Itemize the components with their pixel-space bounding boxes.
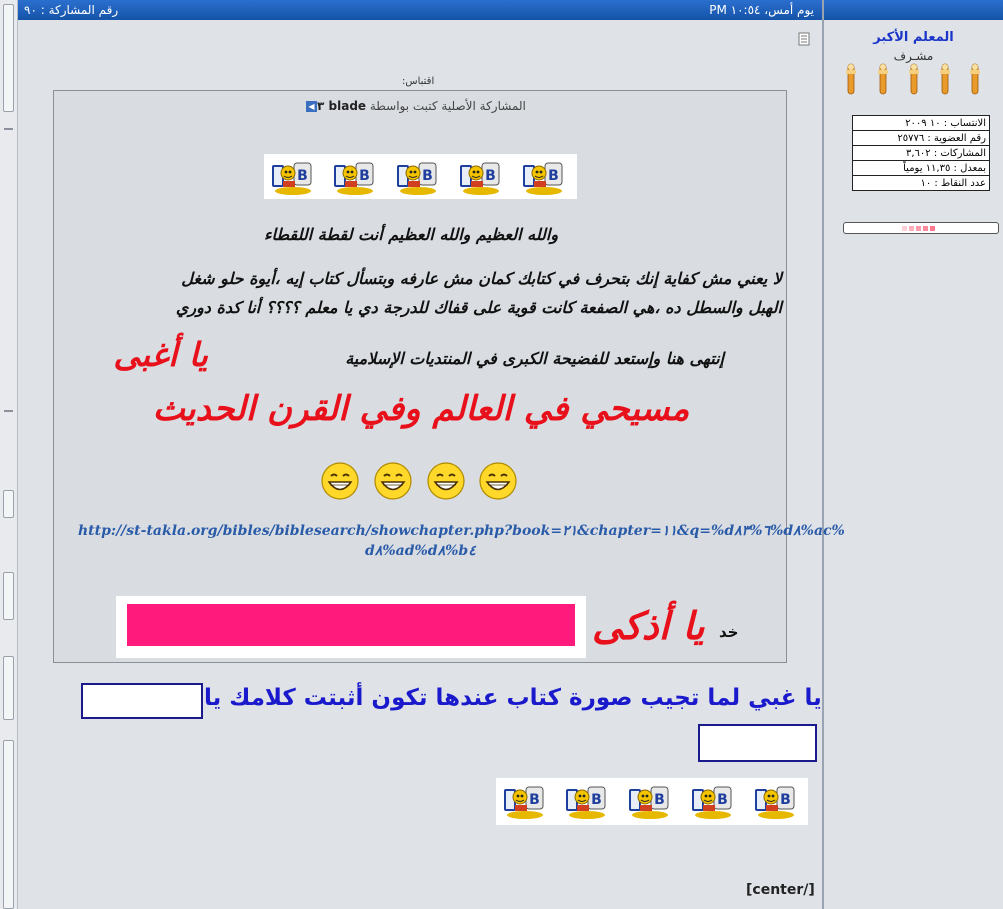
post-number[interactable]: رقم المشاركة : ٩٠ xyxy=(24,3,118,17)
reputation-bar xyxy=(843,222,999,234)
rank-icons xyxy=(844,62,994,98)
user-header-bar xyxy=(824,0,1003,20)
stat-member-id: رقم العضوية : ٢٥٧٧٦ xyxy=(852,130,990,146)
quote-author-name[interactable]: blade ٣ xyxy=(317,99,366,113)
book-smiley-row xyxy=(264,154,577,199)
rank-icon xyxy=(844,62,858,96)
book-smiley-icon xyxy=(330,157,376,197)
reply-text: يا غبي لما تجيب صورة كتاب عندها تكون أثب… xyxy=(204,685,822,711)
book-smiley-icon xyxy=(688,781,734,821)
post-date: يوم أمس، ١٠:٥٤ PM xyxy=(709,3,814,17)
quote-line-1: والله العظيم والله العظيم أنت لقطة اللقط… xyxy=(264,225,559,244)
user-title: مشـرف xyxy=(893,49,934,63)
quote-line-4: مسيحي في العالم وفي القرن الحديث xyxy=(152,389,690,429)
quote-line-3: إنتهى هنا وإستعد للفضيحة الكبرى في المنت… xyxy=(345,349,724,368)
grin-smiley-icon xyxy=(426,461,466,501)
quote-label: اقتباس: xyxy=(402,76,435,87)
ya-adhka-text: يا أذكى xyxy=(592,603,705,648)
book-smiley-icon xyxy=(393,157,439,197)
pink-bar xyxy=(127,604,575,646)
scroll-tick xyxy=(4,410,13,412)
post-header-bar: رقم المشاركة : ٩٠ يوم أمس، ١٠:٥٤ PM xyxy=(18,0,822,20)
scrollbar-thumb[interactable] xyxy=(3,4,14,112)
book-smiley-row-reply xyxy=(496,778,808,825)
quote-author-prefix: المشاركة الأصلية كتبت بواسطة xyxy=(366,99,526,113)
reputation-dot xyxy=(902,226,907,231)
stat-join-date: الانتساب : ١٠ ٢٠٠٩ xyxy=(852,115,990,131)
book-smiley-icon xyxy=(751,781,797,821)
book-smiley-icon xyxy=(625,781,671,821)
username-link[interactable]: المعلم الأكبر xyxy=(824,30,1003,45)
book-smiley-icon xyxy=(562,781,608,821)
scroll-tick xyxy=(4,128,13,130)
grin-smiley-icon xyxy=(373,461,413,501)
post-body: اقتباس: المشاركة الأصلية كتبت بواسطة bla… xyxy=(18,20,845,909)
quote-line-2b: الهبل والسطل ده ،هي الصفعة كانت قوية على… xyxy=(175,298,782,317)
reply-image-placeholder xyxy=(698,724,817,762)
reputation-dot xyxy=(909,226,914,231)
rank-icon xyxy=(876,62,890,96)
rank-icon xyxy=(938,62,952,96)
quote-line-2a: لا يعني مش كفاية إنك بتحرف في كتابك كمان… xyxy=(181,269,782,288)
rank-icon xyxy=(968,62,982,96)
quote-box: المشاركة الأصلية كتبت بواسطة blade ٣◀ وا… xyxy=(53,90,845,663)
reputation-dot xyxy=(916,226,921,231)
scrollbar-thumb[interactable] xyxy=(3,572,14,620)
post-icon xyxy=(798,32,810,46)
quote-line-3-emphasis: يا أغبى xyxy=(113,335,208,374)
scrollbar-thumb[interactable] xyxy=(3,656,14,720)
book-smiley-icon xyxy=(268,157,314,197)
reply-image-placeholder xyxy=(81,683,203,719)
khod-text: خد xyxy=(719,623,739,641)
grin-smiley-row xyxy=(318,461,528,505)
pink-banner-image xyxy=(116,596,586,658)
user-stats-table: الانتساب : ١٠ ٢٠٠٩ رقم العضوية : ٢٥٧٧٦ ا… xyxy=(852,115,990,191)
reputation-dot xyxy=(930,226,935,231)
book-smiley-icon xyxy=(500,781,546,821)
book-smiley-icon xyxy=(456,157,502,197)
quoted-url-link[interactable]: http://st-takla.org/bibles/biblesearch/s… xyxy=(78,523,845,539)
stat-points: عدد النقاط : ١٠ xyxy=(852,175,990,191)
vertical-scrollbar[interactable] xyxy=(0,0,18,909)
grin-smiley-icon xyxy=(478,461,518,501)
stat-post-count: المشاركات : ٣,٦٠٢ xyxy=(852,145,990,161)
scrollbar-thumb[interactable] xyxy=(3,490,14,518)
quoted-url-link-continued[interactable]: d٨%ad%d٨%b٤ xyxy=(365,543,476,559)
stat-daily-rate: بمعدل : ١١,٣٥ يومياً xyxy=(852,160,990,176)
reputation-dot xyxy=(923,226,928,231)
book-smiley-icon xyxy=(519,157,565,197)
scrollbar-thumb[interactable] xyxy=(3,740,14,909)
quote-author-line: المشاركة الأصلية كتبت بواسطة blade ٣◀ xyxy=(302,99,526,113)
grin-smiley-icon xyxy=(320,461,360,501)
bbcode-end-tag: [center/] xyxy=(746,882,815,898)
forum-post-page: رقم المشاركة : ٩٠ يوم أمس، ١٠:٥٤ PM المع… xyxy=(0,0,1003,909)
user-info-panel: المعلم الأكبر مشـرف الانتساب : ١٠ ٢٠٠٩ ر… xyxy=(824,20,1003,909)
view-post-arrow-icon[interactable]: ◀ xyxy=(306,101,317,112)
rank-icon xyxy=(907,62,921,96)
